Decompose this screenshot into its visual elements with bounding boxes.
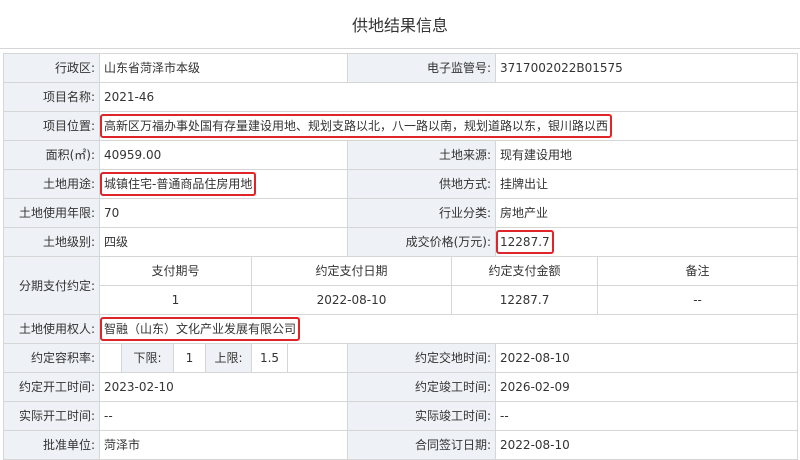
page-title: 供地结果信息 bbox=[0, 0, 800, 49]
supply-method-value: 挂牌出让 bbox=[495, 169, 799, 199]
supply-result-page: 供地结果信息 行政区: 山东省菏泽市本级 电子监管号: 3717002022B0… bbox=[0, 0, 800, 460]
years-value: 70 bbox=[98, 198, 349, 228]
region-value: 山东省菏泽市本级 bbox=[98, 53, 349, 83]
delivery-value: 2022-08-10 bbox=[495, 343, 799, 373]
far-upper-value: 1.5 bbox=[251, 343, 288, 373]
installment-amount: 12287.7 bbox=[451, 285, 599, 315]
grade-value: 四级 bbox=[98, 227, 349, 257]
actual-start-value: -- bbox=[98, 401, 349, 431]
far-lower-label: 下限: bbox=[121, 343, 174, 373]
table-row: 实际开工时间: -- 实际竣工时间: -- bbox=[3, 401, 799, 431]
installment-label: 分期支付约定: bbox=[3, 256, 100, 315]
far-lower-value: 1 bbox=[173, 343, 206, 373]
table-row: 分期支付约定: 支付期号 约定支付日期 约定支付金额 备注 bbox=[3, 256, 799, 315]
finish-label: 约定竣工时间: bbox=[347, 372, 497, 402]
project-name-value: 2021-46 bbox=[98, 82, 799, 112]
source-label: 土地来源: bbox=[347, 140, 497, 170]
start-label: 约定开工时间: bbox=[3, 372, 100, 402]
source-value: 现有建设用地 bbox=[495, 140, 799, 170]
price-value: 12287.7 bbox=[496, 230, 554, 254]
table-row: 面积(㎡): 40959.00 土地来源: 现有建设用地 bbox=[3, 140, 799, 170]
table-row: 约定容积率: 下限: 1 上限: 1.5 约定交地时间: 2022-08-10 bbox=[3, 343, 799, 373]
area-label: 面积(㎡): bbox=[3, 140, 100, 170]
table-row: 项目名称: 2021-46 bbox=[3, 82, 799, 112]
finish-value: 2026-02-09 bbox=[495, 372, 799, 402]
usage-value: 城镇住宅-普通商品住房用地 bbox=[100, 172, 257, 196]
table-row: 土地用途: 城镇住宅-普通商品住房用地 供地方式: 挂牌出让 bbox=[3, 169, 799, 199]
installment-date: 2022-08-10 bbox=[250, 285, 453, 315]
contract-label: 合同签订日期: bbox=[347, 430, 497, 460]
table-row: 行政区: 山东省菏泽市本级 电子监管号: 3717002022B01575 bbox=[3, 53, 799, 83]
area-value: 40959.00 bbox=[98, 140, 349, 170]
user-label: 土地使用权人: bbox=[3, 314, 100, 344]
installment-header-amount: 约定支付金额 bbox=[451, 256, 599, 286]
grade-label: 土地级别: bbox=[3, 227, 100, 257]
start-value: 2023-02-10 bbox=[98, 372, 349, 402]
industry-value: 房地产业 bbox=[495, 198, 799, 228]
far-upper-label: 上限: bbox=[205, 343, 252, 373]
table-row: 约定开工时间: 2023-02-10 约定竣工时间: 2026-02-09 bbox=[3, 372, 799, 402]
user-value: 智融（山东）文化产业发展有限公司 bbox=[100, 317, 301, 341]
years-label: 土地使用年限: bbox=[3, 198, 100, 228]
usage-label: 土地用途: bbox=[3, 169, 100, 199]
installment-remark: -- bbox=[597, 285, 799, 315]
industry-label: 行业分类: bbox=[347, 198, 497, 228]
code-label: 电子监管号: bbox=[347, 53, 497, 83]
installment-header-date: 约定支付日期 bbox=[250, 256, 453, 286]
table-row: 项目位置: 高新区万福办事处国有存量建设用地、规划支路以北，八一路以南，规划道路… bbox=[3, 111, 799, 141]
delivery-label: 约定交地时间: bbox=[347, 343, 497, 373]
code-value: 3717002022B01575 bbox=[495, 53, 799, 83]
actual-finish-label: 实际竣工时间: bbox=[347, 401, 497, 431]
supply-info-table: 行政区: 山东省菏泽市本级 电子监管号: 3717002022B01575 项目… bbox=[3, 53, 799, 460]
supply-method-label: 供地方式: bbox=[347, 169, 497, 199]
installment-period: 1 bbox=[99, 285, 252, 315]
table-row: 土地使用年限: 70 行业分类: 房地产业 bbox=[3, 198, 799, 228]
table-row: 1 2022-08-10 12287.7 -- bbox=[4, 285, 799, 315]
installment-header-remark: 备注 bbox=[597, 256, 799, 286]
location-value: 高新区万福办事处国有存量建设用地、规划支路以北，八一路以南，规划道路以东，银川路… bbox=[100, 114, 613, 138]
project-name-label: 项目名称: bbox=[3, 82, 100, 112]
installment-header-period: 支付期号 bbox=[99, 256, 252, 286]
actual-finish-value: -- bbox=[495, 401, 799, 431]
contract-value: 2022-08-10 bbox=[495, 430, 799, 460]
approver-value: 菏泽市 bbox=[98, 430, 349, 460]
approver-label: 批准单位: bbox=[3, 430, 100, 460]
table-row: 批准单位: 菏泽市 合同签订日期: 2022-08-10 bbox=[3, 430, 799, 460]
actual-start-label: 实际开工时间: bbox=[3, 401, 100, 431]
table-row: 土地使用权人: 智融（山东）文化产业发展有限公司 bbox=[3, 314, 799, 344]
price-label: 成交价格(万元): bbox=[347, 227, 497, 257]
region-label: 行政区: bbox=[3, 53, 100, 83]
location-label: 项目位置: bbox=[3, 111, 100, 141]
far-label: 约定容积率: bbox=[3, 343, 100, 373]
table-row: 土地级别: 四级 成交价格(万元): 12287.7 bbox=[3, 227, 799, 257]
